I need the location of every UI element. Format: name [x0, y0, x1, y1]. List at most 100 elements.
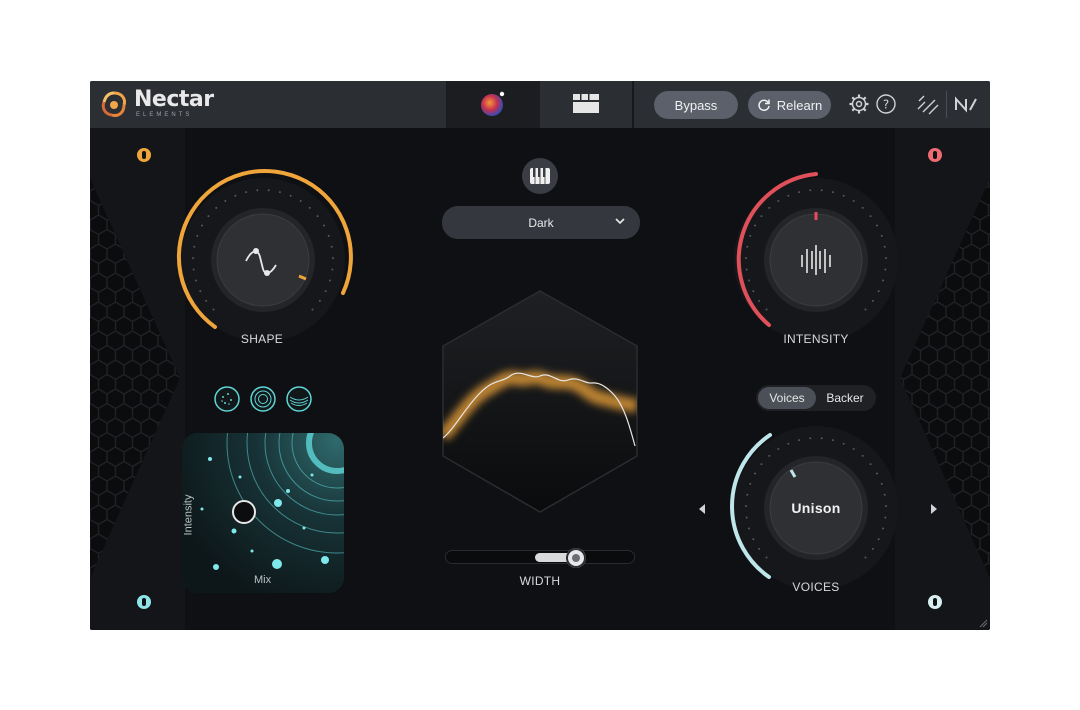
- gear-icon[interactable]: [848, 93, 870, 115]
- nectar-plugin-window: Nectar ELEMENTS Bypass Relearn ? SHAPE M…: [90, 81, 990, 630]
- knob-tick: [245, 191, 248, 194]
- knob-tick: [745, 505, 748, 508]
- style-dropdown[interactable]: Dark: [442, 206, 640, 239]
- knob-tick: [871, 299, 874, 302]
- knob-tick: [875, 472, 878, 475]
- intensity-power-toggle[interactable]: [928, 148, 942, 162]
- nectar-logo-icon: [101, 91, 126, 117]
- xy-pad-handle[interactable]: [232, 500, 256, 524]
- knob-tick: [256, 189, 259, 192]
- knob-tick: [192, 268, 195, 271]
- xy-pad-visual: [182, 433, 344, 593]
- knob-tick: [752, 290, 755, 293]
- knob-tick: [768, 454, 771, 457]
- knob-tick: [748, 279, 751, 282]
- voice-mode-backer[interactable]: Backer: [816, 387, 874, 409]
- knob-tick: [880, 482, 883, 485]
- knob-tick: [881, 279, 884, 282]
- knob-tick: [754, 472, 757, 475]
- voices-next-arrow-icon[interactable]: [928, 502, 940, 516]
- voice-mode-toggle: Voices Backer: [756, 385, 876, 411]
- knob-tick: [201, 224, 204, 227]
- knob-tick: [322, 224, 325, 227]
- knob-tick: [318, 299, 321, 302]
- knob-tick: [745, 257, 748, 260]
- bypass-button[interactable]: Bypass: [654, 91, 738, 119]
- knob-tick: [199, 290, 202, 293]
- knob-tick: [871, 547, 874, 550]
- piano-keys-button[interactable]: [522, 158, 558, 194]
- intensity-knob[interactable]: [721, 165, 911, 355]
- knob-tick: [195, 279, 198, 282]
- knob-tick: [864, 308, 867, 311]
- ni-logo-icon[interactable]: [954, 93, 980, 115]
- shape-knob[interactable]: [168, 165, 358, 355]
- knob-tick: [798, 439, 801, 442]
- voice-mode-voices[interactable]: Voices: [758, 387, 816, 409]
- width-slider-thumb[interactable]: [566, 548, 586, 568]
- mix-power-toggle[interactable]: [137, 595, 151, 609]
- orbit-mode-rings[interactable]: [250, 386, 276, 412]
- width-label: WIDTH: [519, 574, 561, 588]
- orbit-mode-waves[interactable]: [286, 386, 312, 412]
- knob-tick: [842, 194, 845, 197]
- tab-modules[interactable]: [540, 81, 632, 128]
- relearn-button[interactable]: Relearn: [748, 91, 831, 119]
- knob-tick: [324, 290, 327, 293]
- knob-tick: [809, 189, 812, 192]
- knob-tick: [883, 493, 886, 496]
- knob-tick: [861, 454, 864, 457]
- knob-tick: [215, 206, 218, 209]
- knob-tick: [745, 516, 748, 519]
- knob-tick: [754, 224, 757, 227]
- knob-tick: [884, 505, 887, 508]
- knob-tick: [267, 189, 270, 192]
- knob-tick: [884, 268, 887, 271]
- knob-tick: [880, 234, 883, 237]
- knob-tick: [881, 527, 884, 530]
- knob-tick: [327, 234, 330, 237]
- svg-text:?: ?: [883, 98, 889, 112]
- knob-tick: [193, 245, 196, 248]
- link-icon[interactable]: [915, 93, 941, 115]
- knob-tick: [884, 516, 887, 519]
- knob-tick: [883, 245, 886, 248]
- knob-tick: [311, 308, 314, 311]
- knob-tick: [765, 556, 768, 559]
- knob-tick: [877, 290, 880, 293]
- voices-label: VOICES: [792, 580, 840, 594]
- knob-tick: [852, 200, 855, 203]
- resize-grip-icon[interactable]: [978, 618, 988, 628]
- knob-tick: [749, 482, 752, 485]
- xy-pad[interactable]: Mix Intensity: [182, 433, 344, 593]
- knob-tick: [861, 206, 864, 209]
- knob-tick: [864, 556, 867, 559]
- knob-tick: [852, 448, 855, 451]
- knob-tick: [289, 194, 292, 197]
- knob-tick: [842, 442, 845, 445]
- voices-prev-arrow-icon[interactable]: [696, 502, 708, 516]
- top-bar: Nectar ELEMENTS Bypass Relearn ?: [90, 81, 990, 128]
- voices-power-toggle[interactable]: [928, 595, 942, 609]
- piano-keys-icon: [530, 168, 550, 184]
- orbit-mode-particles[interactable]: [214, 386, 240, 412]
- knob-tick: [869, 463, 872, 466]
- knob-tick: [207, 215, 210, 218]
- style-dropdown-value: Dark: [528, 215, 554, 230]
- knob-tick: [749, 234, 752, 237]
- knob-tick: [768, 206, 771, 209]
- shape-label: SHAPE: [240, 332, 284, 346]
- chevron-down-icon: [615, 218, 625, 225]
- shape-power-toggle[interactable]: [137, 148, 151, 162]
- knob-tick: [787, 194, 790, 197]
- voices-value: Unison: [791, 500, 841, 516]
- intensity-label: INTENSITY: [783, 332, 849, 346]
- knob-tick: [765, 308, 768, 311]
- knob-tick: [224, 200, 227, 203]
- help-icon[interactable]: ?: [875, 93, 897, 115]
- knob-tick: [745, 268, 748, 271]
- tab-main[interactable]: [446, 81, 540, 128]
- knob-tick: [331, 257, 334, 260]
- brand-subtitle: ELEMENTS: [136, 112, 193, 118]
- knob-tick: [760, 215, 763, 218]
